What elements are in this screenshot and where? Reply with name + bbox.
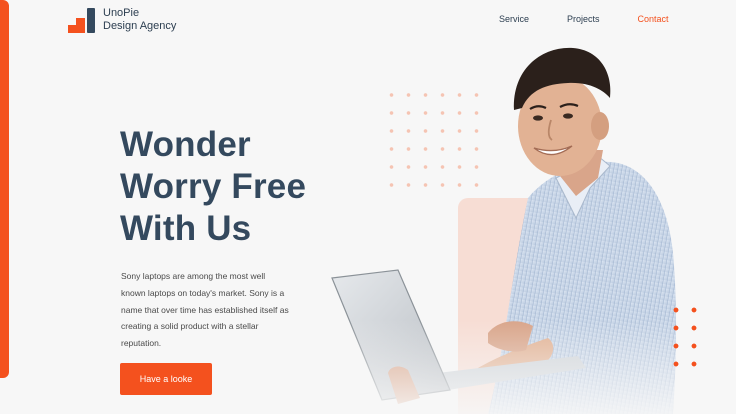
- brand-name-line1: UnoPie: [103, 7, 140, 19]
- cta-button[interactable]: Have a looke: [120, 363, 212, 395]
- top-nav: Service Projects Contact: [499, 14, 669, 24]
- hero-title-line3: With Us: [120, 209, 252, 248]
- brand-name: UnoPie Design Agency: [103, 7, 176, 33]
- nav-item-contact[interactable]: Contact: [638, 14, 669, 24]
- left-accent-bar: [0, 0, 9, 378]
- hero-title-line1: Wonder: [120, 125, 251, 164]
- decorative-dot-grid-orange: [667, 301, 703, 373]
- brand-name-line2: Design Agency: [103, 20, 177, 32]
- brand-logo[interactable]: UnoPie Design Agency: [68, 7, 176, 33]
- logo-bars-icon: [68, 7, 96, 33]
- hero-description: Sony laptops are among the most well kno…: [121, 271, 289, 349]
- hero-man-with-laptop-image: [328, 38, 698, 414]
- nav-item-service[interactable]: Service: [499, 14, 529, 24]
- hero-title-line2: Worry Free: [120, 167, 307, 206]
- landing-page: UnoPie Design Agency Service Projects Co…: [0, 0, 736, 414]
- hero-title: Wonder Worry Free With Us: [120, 124, 306, 250]
- nav-item-projects[interactable]: Projects: [567, 14, 600, 24]
